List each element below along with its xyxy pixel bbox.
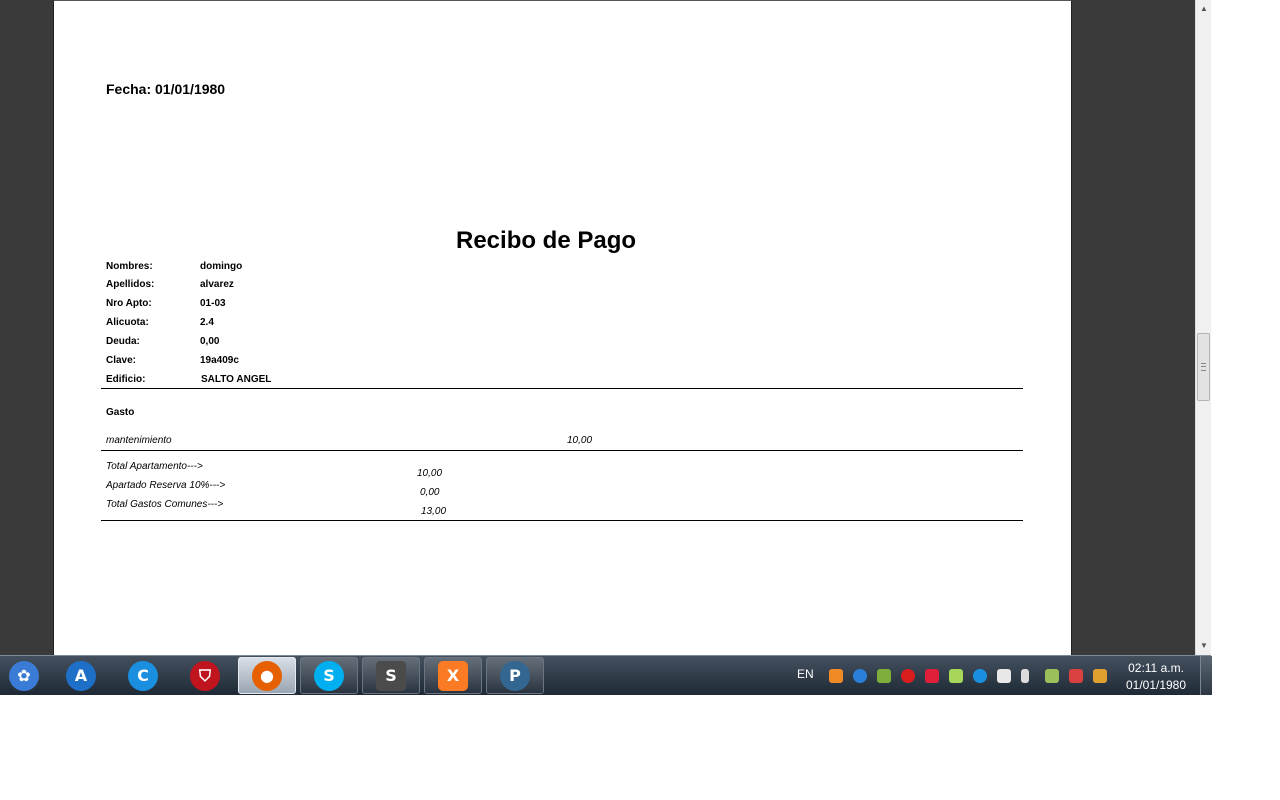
taskbar-app-avast[interactable]: A — [52, 657, 110, 694]
tray-flag-icon[interactable] — [1069, 669, 1083, 683]
firefox-icon: ● — [252, 660, 282, 691]
tray-power-icon[interactable] — [1093, 669, 1107, 683]
pdf-viewer: Fecha: 01/01/1980 Recibo de Pago Nombres… — [0, 0, 1195, 655]
tray-usb-icon[interactable] — [877, 669, 891, 683]
taskbar-app-skype[interactable]: S — [300, 657, 358, 694]
shield-icon: ⛉ — [190, 660, 220, 691]
field-value-apto: 01-03 — [200, 298, 226, 309]
total-label-gastos-comunes: Total Gastos Comunes---> — [106, 499, 224, 510]
scrollbar-thumb[interactable] — [1197, 333, 1210, 401]
divider — [101, 520, 1023, 521]
tray-network-icon[interactable] — [853, 669, 867, 683]
tray-opera-icon[interactable] — [901, 669, 915, 683]
date-line: Fecha: 01/01/1980 — [106, 81, 226, 97]
gasto-item-name: mantenimiento — [106, 435, 172, 446]
language-indicator[interactable]: EN — [797, 667, 814, 681]
field-value-clave: 19a409c — [200, 355, 239, 366]
field-label-deuda: Deuda: — [106, 336, 140, 347]
clock-date: 01/01/1980 — [1125, 678, 1187, 692]
taskbar-app-security[interactable]: ⛉ — [176, 657, 234, 694]
field-value-nombres: domingo — [200, 261, 243, 272]
skype-icon: S — [314, 660, 344, 691]
ccleaner-icon: C — [128, 660, 158, 691]
divider — [101, 450, 1023, 451]
taskbar-app-firefox[interactable]: ● — [238, 657, 296, 694]
avast-icon: A — [66, 660, 96, 691]
taskbar-app-sublime[interactable]: S — [362, 657, 420, 694]
start-button[interactable]: ✿ — [0, 657, 48, 694]
vertical-scrollbar[interactable]: ▲ ▼ — [1195, 0, 1211, 655]
field-label-apellidos: Apellidos: — [106, 279, 155, 290]
receipt-page: Fecha: 01/01/1980 Recibo de Pago Nombres… — [53, 0, 1072, 655]
total-label-reserva: Apartado Reserva 10%---> — [106, 480, 226, 491]
field-label-alicuota: Alicuota: — [106, 317, 149, 328]
total-value-apartamento: 10,00 — [417, 468, 443, 479]
field-value-deuda: 0,00 — [200, 336, 220, 347]
taskbar-app-postgres[interactable]: P — [486, 657, 544, 694]
paint-palette-icon: ✿ — [9, 660, 39, 691]
clock-time: 02:11 a.m. — [1128, 661, 1184, 675]
field-label-edificio: Edificio: — [106, 374, 146, 385]
tray-check-icon[interactable] — [1045, 669, 1059, 683]
scroll-up-arrow-icon[interactable]: ▲ — [1196, 2, 1212, 16]
divider — [101, 388, 1023, 389]
taskbar: ✿ A C ⛉ ● S S X P EN 02:11 a.m. 01/01/19… — [0, 655, 1212, 695]
volume-icon[interactable] — [1021, 669, 1029, 683]
show-desktop-button[interactable] — [1200, 656, 1212, 695]
field-value-alicuota: 2.4 — [200, 317, 214, 328]
tray-app-icon[interactable] — [925, 669, 939, 683]
total-value-gastos-comunes: 13,00 — [421, 506, 447, 517]
page-title: Recibo de Pago — [456, 227, 637, 254]
field-label-nombres: Nombres: — [106, 261, 153, 272]
taskbar-app-xampp[interactable]: X — [424, 657, 482, 694]
gasto-item-amount: 10,00 — [567, 435, 593, 446]
grip-icon — [1201, 363, 1206, 371]
tray-clipboard-icon[interactable] — [997, 669, 1011, 683]
scroll-down-arrow-icon[interactable]: ▼ — [1196, 639, 1212, 653]
taskbar-app-ccleaner[interactable]: C — [114, 657, 172, 694]
gasto-header: Gasto — [106, 407, 135, 418]
tray-chat-icon[interactable] — [949, 669, 963, 683]
total-label-apartamento: Total Apartamento---> — [106, 461, 203, 472]
total-value-reserva: 0,00 — [420, 487, 440, 498]
tray-ccleaner-icon[interactable] — [973, 669, 987, 683]
tray-xampp-icon[interactable] — [829, 669, 843, 683]
xampp-icon: X — [438, 660, 468, 691]
field-value-apellidos: alvarez — [200, 279, 234, 290]
field-label-clave: Clave: — [106, 355, 137, 366]
system-clock[interactable]: 02:11 a.m. 01/01/1980 — [1120, 660, 1192, 694]
sublime-icon: S — [376, 660, 406, 691]
postgres-icon: P — [500, 660, 530, 691]
field-value-edificio: SALTO ANGEL — [201, 374, 272, 385]
field-label-apto: Nro Apto: — [106, 298, 152, 309]
